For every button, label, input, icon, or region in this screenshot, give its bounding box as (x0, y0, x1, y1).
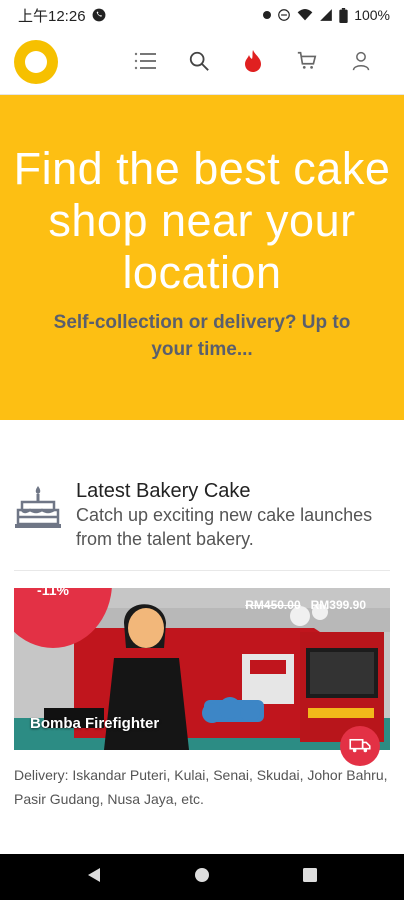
section-description: Catch up exciting new cake launches from… (76, 505, 373, 549)
search-icon (189, 51, 209, 71)
notification-dot-icon (263, 11, 272, 19)
recents-icon (303, 867, 317, 882)
cake-icon (15, 486, 61, 528)
logo-mark-icon (25, 51, 47, 73)
menu-icon (134, 52, 156, 70)
phone-icon (92, 8, 105, 22)
back-button[interactable] (86, 867, 102, 888)
section-title: Latest Bakery Cake (76, 480, 251, 502)
hero-title: Find the best cake shop near your locati… (13, 143, 391, 298)
product-name[interactable]: Bomba Firefighter (30, 715, 159, 732)
home-icon (195, 867, 209, 882)
status-time: 上午12:26 (18, 7, 86, 25)
battery-icon (339, 7, 348, 23)
wifi-icon (297, 9, 313, 21)
discount-label: -11% (37, 588, 69, 598)
battery-level: 100% (354, 7, 390, 23)
cart-icon (297, 51, 317, 69)
menu-button[interactable] (128, 44, 162, 78)
fire-icon (245, 50, 261, 72)
cart-button[interactable] (290, 44, 324, 78)
hero-banner: Find the best cake shop near your locati… (0, 95, 404, 420)
product-card[interactable]: -11% RM450.00 RM399.90 Bomba Firefighter (14, 588, 390, 750)
delivery-areas: Delivery: Iskandar Puteri, Kulai, Senai,… (14, 767, 388, 807)
trending-button[interactable] (236, 44, 270, 78)
latest-cake-section: Latest Bakery Cake Catch up exciting new… (14, 478, 390, 552)
old-price: RM450.00 (245, 598, 301, 612)
hero-subtitle: Self-collection or delivery? Up to your … (53, 312, 351, 360)
back-icon (88, 867, 100, 882)
home-button[interactable] (194, 867, 210, 888)
section-divider (14, 570, 390, 571)
system-navigation-bar (0, 854, 404, 900)
price-row: RM450.00 RM399.90 (245, 598, 366, 612)
account-button[interactable] (344, 44, 378, 78)
recents-button[interactable] (302, 867, 318, 888)
new-price: RM399.90 (310, 598, 366, 612)
status-bar: 上午12:26 100% (0, 0, 404, 30)
app-logo[interactable] (14, 40, 58, 84)
search-button[interactable] (182, 44, 216, 78)
signal-icon (320, 9, 333, 21)
delivery-truck-icon (349, 738, 371, 753)
app-header (0, 30, 404, 95)
delivery-button[interactable] (340, 726, 380, 766)
user-icon (352, 51, 370, 71)
dnd-icon (278, 9, 291, 21)
